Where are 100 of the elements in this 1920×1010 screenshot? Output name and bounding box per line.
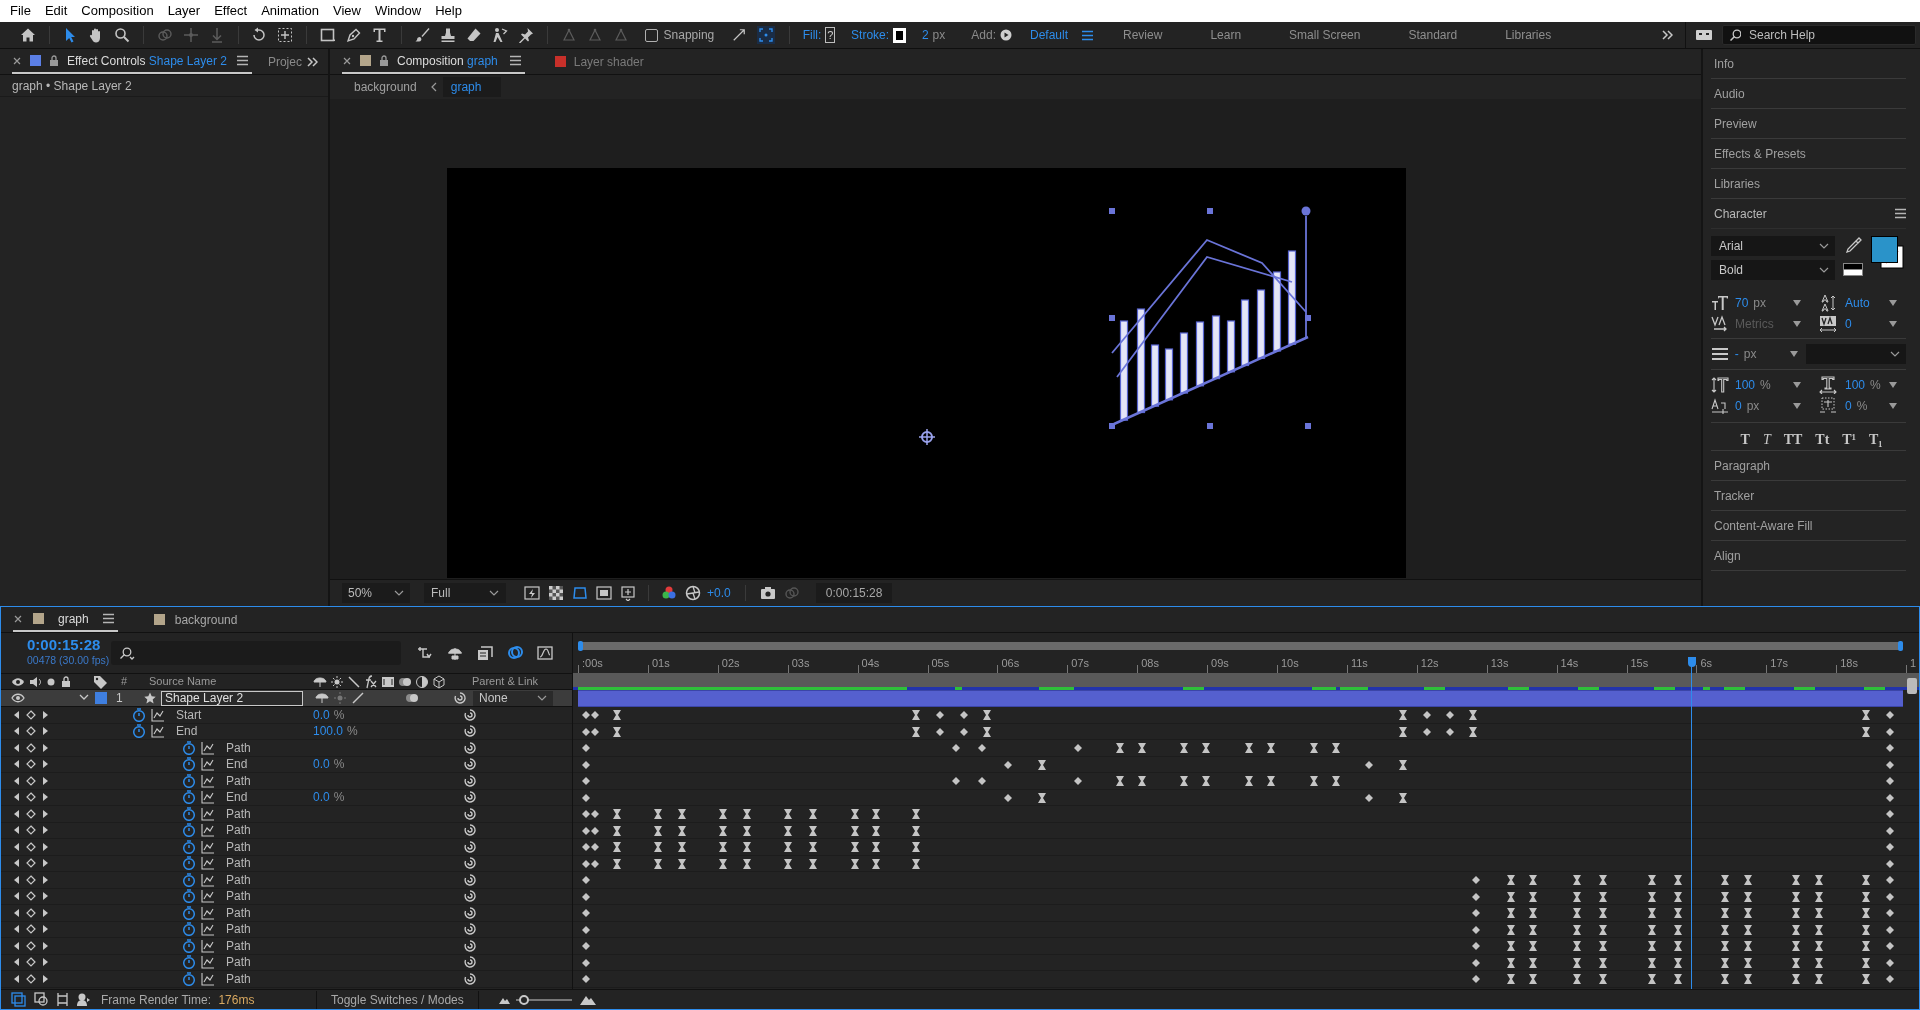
stamp-icon[interactable] <box>440 27 457 43</box>
add-keyframe-icon[interactable] <box>26 808 36 819</box>
channels-icon[interactable] <box>661 585 677 601</box>
stroke-width-field[interactable]: 2 px <box>921 26 946 44</box>
path-vertex-handle[interactable] <box>1301 206 1311 216</box>
fill-stroke-swatches[interactable] <box>1871 236 1904 269</box>
keyframe[interactable] <box>1886 744 1894 752</box>
hold-keyframe[interactable] <box>1861 924 1870 935</box>
keyboard-icon[interactable] <box>1695 28 1713 42</box>
hold-keyframe[interactable] <box>1572 924 1581 935</box>
next-keyframe-icon[interactable] <box>42 973 49 984</box>
column-header[interactable]: # <box>121 673 145 690</box>
hold-keyframe[interactable] <box>1673 891 1682 902</box>
hold-keyframe[interactable] <box>1815 875 1824 885</box>
vertical-scrollbar-thumb[interactable] <box>1907 678 1917 694</box>
label-color-swatch[interactable] <box>554 56 566 67</box>
menu-item[interactable]: Effect <box>207 1 255 21</box>
menu-item[interactable]: Layer <box>160 1 208 21</box>
dropdown-arrow-icon[interactable] <box>1790 351 1799 357</box>
layer-row[interactable]: 1 Shape Layer 2 None <box>1 690 572 707</box>
next-keyframe-icon[interactable] <box>42 858 49 869</box>
hold-keyframe[interactable] <box>1792 875 1801 885</box>
add-keyframe-icon[interactable] <box>26 742 36 753</box>
keyframe[interactable] <box>581 727 590 736</box>
panel-header[interactable]: Paragraph <box>1711 451 1906 481</box>
keyframe[interactable] <box>581 760 590 769</box>
hold-keyframe[interactable] <box>784 809 793 819</box>
hold-keyframe[interactable] <box>1721 924 1730 935</box>
next-keyframe-icon[interactable] <box>42 891 49 902</box>
value-field[interactable]: - px <box>1734 345 1791 363</box>
mask-outline-icon[interactable] <box>572 585 588 601</box>
hold-keyframe[interactable] <box>1647 924 1656 935</box>
pick-whip-icon[interactable] <box>463 724 477 739</box>
graph-icon[interactable] <box>201 971 215 986</box>
parent-dropdown[interactable]: None <box>473 690 553 706</box>
hold-keyframe[interactable] <box>1528 941 1537 951</box>
hold-keyframe[interactable] <box>784 825 793 836</box>
add-keyframe-icon[interactable] <box>26 973 36 984</box>
hold-keyframe[interactable] <box>911 858 920 869</box>
shy-icon[interactable] <box>315 691 329 705</box>
hold-keyframe[interactable] <box>1138 776 1147 786</box>
hold-keyframe[interactable] <box>1815 957 1824 968</box>
hold-keyframe[interactable] <box>1572 875 1581 885</box>
pick-whip-icon[interactable] <box>463 757 477 772</box>
hold-keyframe[interactable] <box>1572 941 1581 951</box>
modes-icon[interactable] <box>34 992 49 1007</box>
hold-keyframe[interactable] <box>1507 891 1516 902</box>
graph-editor-icon[interactable] <box>537 645 553 661</box>
hold-keyframe[interactable] <box>1138 743 1147 753</box>
keyframe[interactable] <box>581 711 590 719</box>
hold-keyframe[interactable] <box>1572 974 1581 984</box>
next-keyframe-icon[interactable] <box>42 924 49 935</box>
hold-keyframe[interactable] <box>1507 924 1516 935</box>
keyframe[interactable] <box>978 777 986 785</box>
menu-item[interactable]: Window <box>367 1 429 21</box>
text-style-button[interactable]: T <box>1740 429 1750 450</box>
hold-keyframe[interactable] <box>1647 974 1656 984</box>
hold-keyframe[interactable] <box>678 842 687 852</box>
hold-keyframe[interactable] <box>1331 743 1340 753</box>
keyframe[interactable] <box>1364 760 1373 769</box>
panel-header[interactable]: Libraries <box>1711 169 1906 199</box>
menu-icon[interactable] <box>1895 208 1906 219</box>
hold-keyframe[interactable] <box>808 858 817 869</box>
motion-blur-icon[interactable] <box>405 691 419 705</box>
keyframe[interactable] <box>1471 876 1480 884</box>
graph-icon[interactable] <box>201 839 215 854</box>
magnifier-icon[interactable] <box>114 27 131 43</box>
property-value[interactable]: 0.0 <box>313 707 330 724</box>
hold-keyframe[interactable] <box>1792 957 1801 968</box>
keyframe[interactable] <box>1886 727 1894 736</box>
graph-icon[interactable] <box>201 806 215 821</box>
graph-icon[interactable] <box>201 790 215 805</box>
hold-keyframe[interactable] <box>872 825 881 836</box>
hold-keyframe[interactable] <box>613 825 622 836</box>
snap-edge-icon[interactable] <box>732 28 747 42</box>
hold-keyframe[interactable] <box>1528 924 1537 935</box>
graph-icon[interactable] <box>201 757 215 772</box>
graph-icon[interactable] <box>151 724 165 739</box>
keyframe[interactable] <box>1886 909 1894 917</box>
stopwatch-icon[interactable] <box>182 922 196 937</box>
hold-keyframe[interactable] <box>1266 776 1275 786</box>
property-value[interactable]: 0.0 <box>313 755 330 774</box>
menu-icon[interactable] <box>236 55 248 66</box>
next-keyframe-icon[interactable] <box>42 957 49 968</box>
panel-tab[interactable]: Layer shader <box>554 49 644 74</box>
resolution-dropdown[interactable]: Full <box>424 583 506 603</box>
graph-icon[interactable] <box>201 938 215 953</box>
add-keyframe-icon[interactable] <box>26 726 36 737</box>
hold-keyframe[interactable] <box>1116 776 1125 786</box>
hold-keyframe[interactable] <box>1673 924 1682 935</box>
hold-keyframe[interactable] <box>613 842 622 852</box>
workspace-tab[interactable]: Standard <box>1408 26 1458 44</box>
search-field[interactable]: Search Help <box>1722 25 1916 45</box>
add-keyframe-icon[interactable] <box>26 924 36 935</box>
panel-header[interactable]: Character <box>1711 199 1906 229</box>
transform-handle[interactable] <box>1109 423 1115 429</box>
hold-keyframe[interactable] <box>1721 974 1730 984</box>
keyframe[interactable] <box>591 711 600 719</box>
hold-keyframe[interactable] <box>653 842 662 852</box>
next-keyframe-icon[interactable] <box>42 742 49 753</box>
